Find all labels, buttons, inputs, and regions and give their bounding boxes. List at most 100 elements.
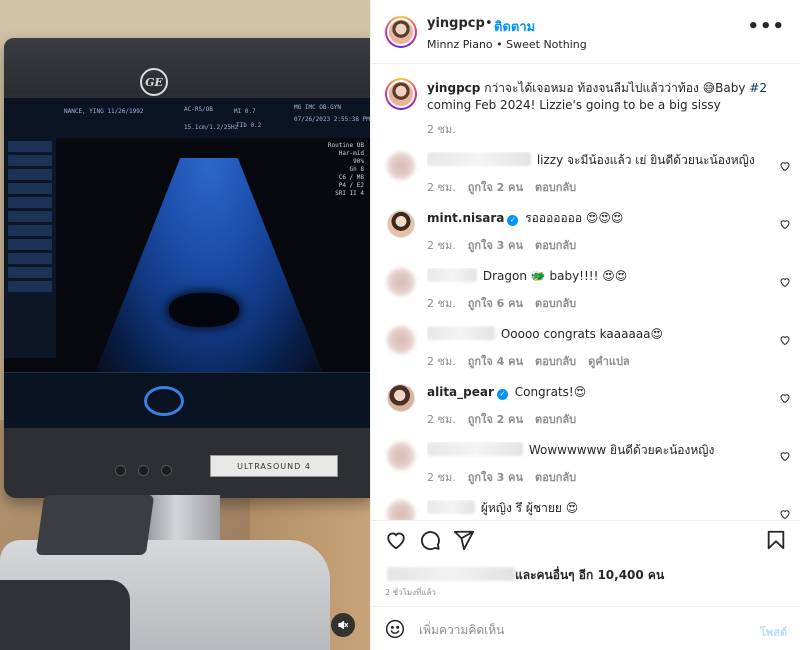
comment-time[interactable]: 2 ชม. (427, 297, 456, 310)
comment-item: lizzy จะมีน้องแล้ว เย่ ยินดีด้วยนะน้องหญ… (371, 140, 800, 198)
post-timestamp[interactable]: 2 ชั่วโมงที่แล้ว (385, 586, 436, 599)
screen-knob (144, 386, 184, 416)
reply-button[interactable]: ตอบกลับ (535, 297, 576, 310)
mute-icon[interactable] (331, 613, 355, 637)
save-icon[interactable] (765, 529, 789, 553)
caption-username[interactable]: yingpcp (427, 81, 480, 95)
comment-time[interactable]: 2 ชม. (427, 239, 456, 252)
comment-likes[interactable]: ถูกใจ 6 คน (468, 297, 523, 310)
blurred-username (427, 442, 523, 456)
reply-button[interactable]: ตอบกลับ (535, 355, 576, 368)
comment-avatar[interactable] (387, 500, 415, 520)
comment-avatar[interactable] (387, 210, 415, 238)
like-comment-icon[interactable] (779, 218, 791, 233)
like-comment-icon[interactable] (779, 508, 791, 520)
console-panel (35, 495, 155, 555)
comment-text: Wowwwwww ยินดีด้วยคะน้องหญิง (528, 443, 715, 457)
emoji-icon[interactable] (385, 619, 405, 639)
ge-logo: GE (140, 68, 168, 96)
comment-avatar[interactable] (387, 268, 415, 296)
post-comment-button[interactable]: โพสต์ (760, 623, 787, 641)
author-avatar[interactable] (385, 16, 417, 48)
blurred-liker-name (387, 567, 515, 581)
share-icon[interactable] (453, 529, 477, 553)
likes-count[interactable]: และคนอื่นๆ อีก 10,400 คน (515, 568, 664, 582)
comment-time[interactable]: 2 ชม. (427, 471, 456, 484)
comment-likes[interactable]: ถูกใจ 4 คน (468, 355, 523, 368)
reply-button[interactable]: ตอบกลับ (535, 239, 576, 252)
comment-time[interactable]: 2 ชม. (427, 413, 456, 426)
comment-meta: 2 ชม. ถูกใจ 2 คน ตอบกลับ (427, 410, 588, 428)
blurred-username (427, 268, 477, 282)
audio-label[interactable]: Minnz Piano • Sweet Nothing (427, 38, 587, 51)
comment-avatar[interactable] (387, 326, 415, 354)
reply-button[interactable]: ตอบกลับ (535, 181, 576, 194)
reply-button[interactable]: ตอบกลับ (535, 471, 576, 484)
ultrasound-label: ULTRASOUND 4 (210, 455, 338, 477)
follow-button[interactable]: ติดตาม (494, 16, 535, 37)
like-comment-icon[interactable] (779, 392, 791, 407)
comment-text: Ooooo congrats kaaaaaa😍 (500, 327, 664, 341)
like-comment-icon[interactable] (779, 276, 791, 291)
blurred-username (427, 326, 495, 340)
post-header: yingpcp • ติดตาม Minnz Piano • Sweet Not… (371, 0, 800, 64)
comment-body: alita_pear ✓ Congrats!😍 (427, 384, 762, 400)
author-username[interactable]: yingpcp (427, 16, 485, 31)
comment-item: Dragon 🐲 baby!!!! 😍😍 2 ชม. ถูกใจ 6 คน ตอบก… (371, 256, 800, 314)
add-comment-bar: โพสต์ (371, 606, 800, 650)
comment-text: Dragon 🐲 baby!!!! 😍😍 (482, 269, 628, 283)
caption-hashtag[interactable]: #2 (749, 81, 767, 95)
screen-bottom-controls (4, 372, 370, 428)
comment-text: lizzy จะมีน้องแล้ว เย่ ยินดีด้วยนะน้องหญ… (536, 153, 755, 167)
ultrasound-image (89, 158, 329, 388)
ultrasound-screen: NANCE, YING 11/26/1992 AC-RS/OB MI 0.7 M… (4, 98, 370, 428)
comment-likes[interactable]: ถูกใจ 3 คน (468, 239, 523, 252)
comment-icon[interactable] (419, 529, 443, 553)
comment-body: Wowwwwww ยินดีด้วยคะน้องหญิง (427, 442, 762, 458)
verified-badge-icon: ✓ (496, 388, 508, 400)
comment-list[interactable]: lizzy จะมีน้องแล้ว เย่ ยินดีด้วยนะน้องหญ… (371, 140, 800, 520)
comment-likes[interactable]: ถูกใจ 3 คน (468, 471, 523, 484)
like-icon[interactable] (385, 529, 409, 553)
comment-item: ผู้หญิง รึ ผู้ชายย 😍 (371, 488, 800, 520)
comment-body: Dragon 🐲 baby!!!! 😍😍 (427, 268, 762, 284)
reply-button[interactable]: ตอบกลับ (535, 413, 576, 426)
comment-username[interactable]: mint.nisara (427, 211, 504, 225)
more-options-icon[interactable]: ••• (747, 16, 785, 37)
comment-input[interactable] (419, 620, 719, 640)
see-translation-button[interactable]: ดูคำแปล (588, 355, 630, 368)
verified-badge-icon: ✓ (507, 214, 519, 226)
comment-item: mint.nisara ✓ รอออออออ 😍😍😍 2 ชม. ถูกใจ 3 ค… (371, 198, 800, 256)
blurred-username (427, 152, 531, 166)
comment-meta: 2 ชม. ถูกใจ 6 คน ตอบกลับ (427, 294, 588, 312)
screen-sidebar (4, 138, 56, 358)
comment-item: alita_pear ✓ Congrats!😍 2 ชม. ถูกใจ 2 คน ตอ… (371, 372, 800, 430)
comment-body: mint.nisara ✓ รอออออออ 😍😍😍 (427, 210, 762, 226)
screen-params: Routine OB Har-mid 90% Gn 8 C6 / M8 P4 / E2 SR… (327, 142, 364, 197)
comment-body: ผู้หญิง รึ ผู้ชายย 😍 (427, 500, 762, 516)
comment-meta: 2 ชม. ถูกใจ 2 คน ตอบกลับ (427, 178, 588, 196)
comment-meta: 2 ชม. ถูกใจ 4 คน ตอบกลับ ดูคำแปล (427, 352, 642, 370)
comment-time[interactable]: 2 ชม. (427, 355, 456, 368)
comment-avatar[interactable] (387, 384, 415, 412)
like-comment-icon[interactable] (779, 450, 791, 465)
caption-text: yingpcp กว่าจะได้เจอหมอ ท้องจนลืมไปแล้วว… (427, 80, 787, 114)
comment-body: Ooooo congrats kaaaaaa😍 (427, 326, 762, 342)
ultrasound-sac (169, 293, 239, 327)
comment-avatar[interactable] (387, 442, 415, 470)
comment-time[interactable]: 2 ชม. (427, 181, 456, 194)
comment-likes[interactable]: ถูกใจ 2 คน (468, 181, 523, 194)
likes-summary[interactable]: และคนอื่นๆ อีก 10,400 คน (387, 566, 664, 585)
comment-avatar[interactable] (387, 152, 415, 180)
screen-header: NANCE, YING 11/26/1992 AC-RS/OB MI 0.7 M… (4, 98, 370, 138)
action-bar (371, 520, 800, 560)
like-comment-icon[interactable] (779, 160, 791, 175)
comment-likes[interactable]: ถูกใจ 2 คน (468, 413, 523, 426)
comment-username[interactable]: alita_pear (427, 385, 494, 399)
like-comment-icon[interactable] (779, 334, 791, 349)
comment-body: lizzy จะมีน้องแล้ว เย่ ยินดีด้วยนะน้องหญ… (427, 152, 762, 168)
console-keyboard (0, 580, 130, 650)
post-media[interactable]: GE NANCE, YING 11/26/1992 AC-RS/OB MI 0.… (0, 0, 370, 650)
caption-time[interactable]: 2 ชม. (427, 120, 456, 138)
caption-avatar[interactable] (385, 78, 417, 110)
